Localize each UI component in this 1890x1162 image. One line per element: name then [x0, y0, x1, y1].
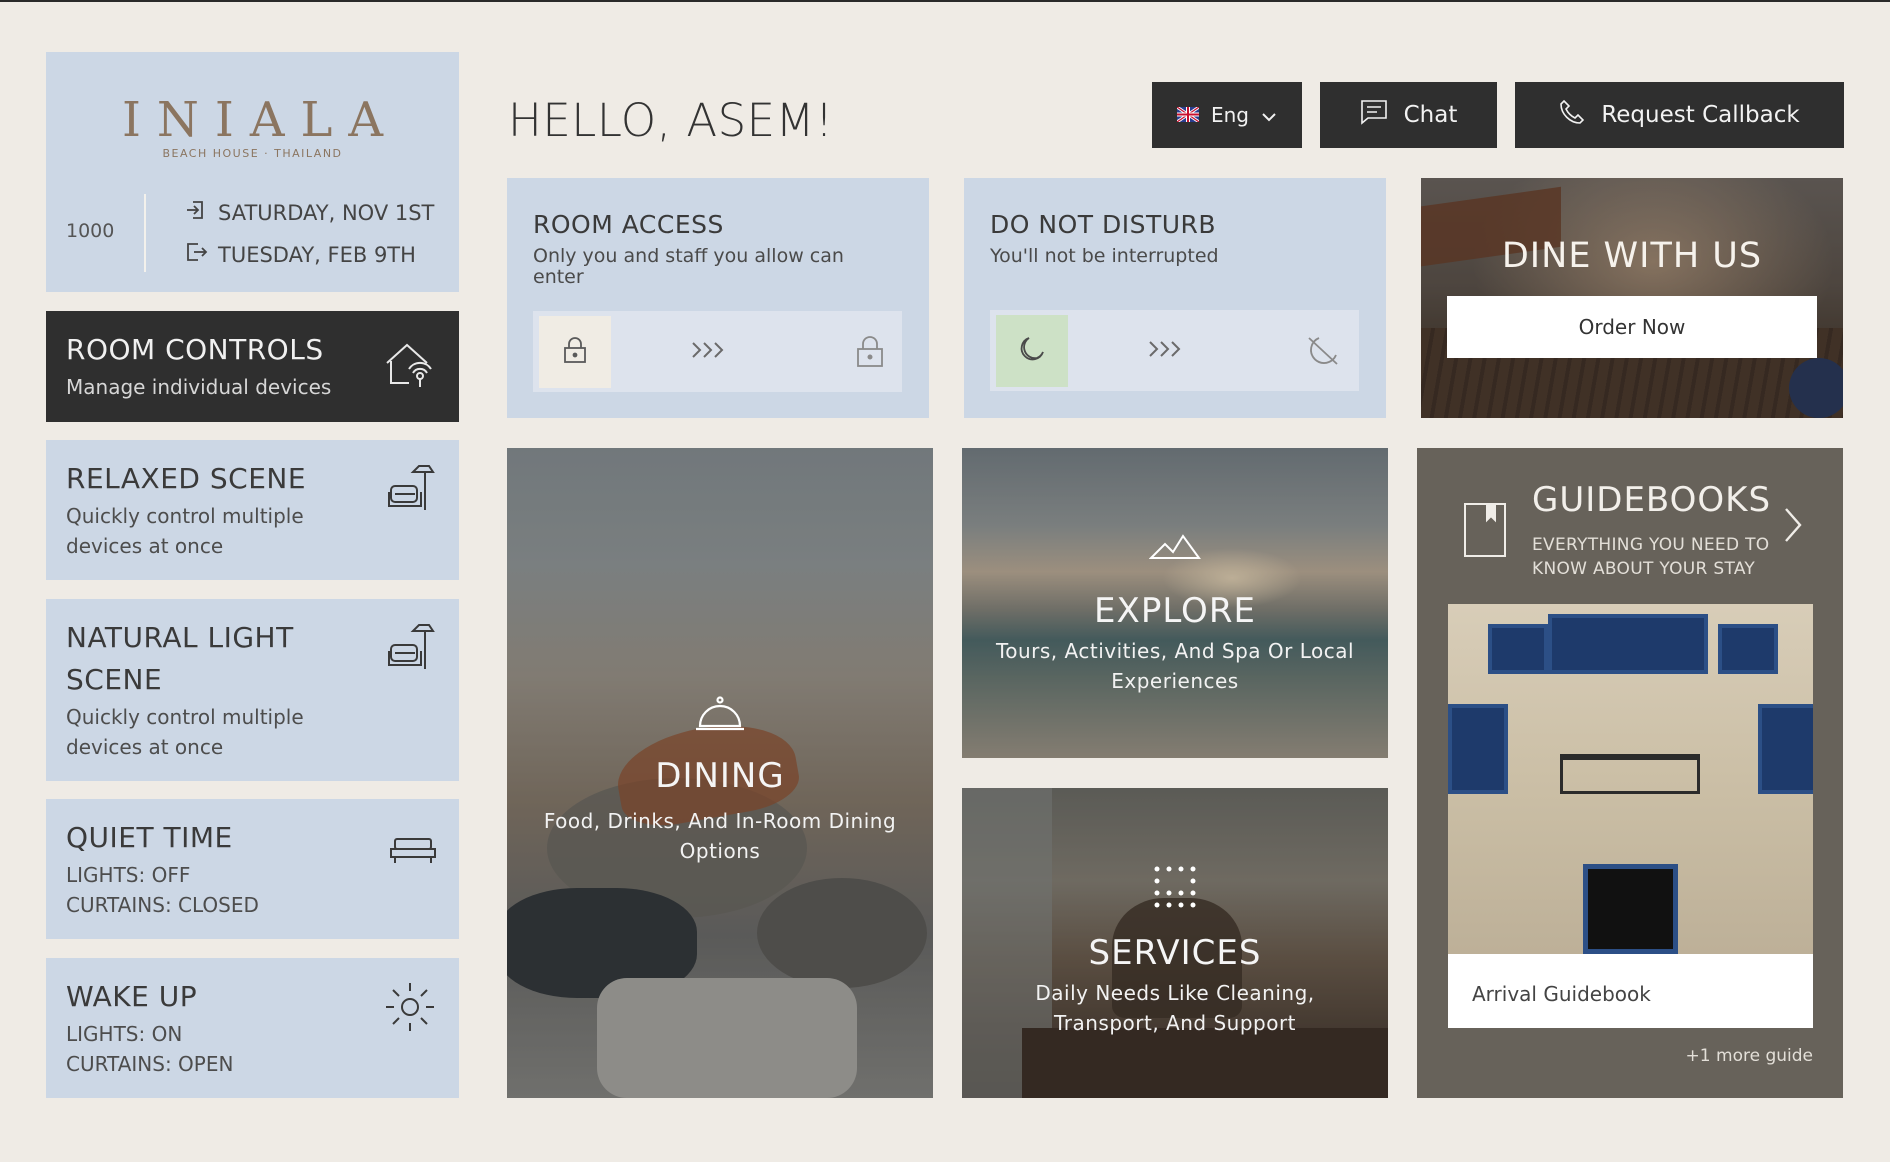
- explore-description: Tours, Activities, And Spa Or Local Expe…: [995, 639, 1355, 693]
- explore-title: EXPLORE: [1094, 591, 1256, 631]
- services-description: Daily Needs Like Cleaning, Transport, An…: [1035, 981, 1315, 1035]
- room-number: 1000: [66, 220, 115, 242]
- guidebooks-card[interactable]: GUIDEBOOKS EVERYTHING YOU NEED TO KNOW A…: [1417, 448, 1843, 1098]
- relaxed-scene-subtitle-1: Quickly control multiple: [66, 504, 304, 528]
- chat-icon: [1360, 99, 1388, 131]
- armchair-lamp-icon: [387, 621, 437, 677]
- room-controls-subtitle: Manage individual devices: [66, 375, 332, 399]
- relaxed-scene-card[interactable]: RELAXED SCENE Quickly control multiple d…: [46, 440, 459, 580]
- arrival-guidebook-card[interactable]: Arrival Guidebook: [1448, 604, 1813, 1028]
- lock-icon: [563, 336, 587, 368]
- photo-door: [1583, 864, 1678, 954]
- lock-open-icon: [856, 333, 884, 373]
- dine-title: DINE WITH US: [1501, 236, 1763, 276]
- room-access-title: ROOM ACCESS: [533, 210, 724, 239]
- natural-light-scene-card[interactable]: NATURAL LIGHT SCENE Quickly control mult…: [46, 599, 459, 781]
- quiet-time-lights: LIGHTS: OFF: [66, 863, 191, 887]
- dnd-title: DO NOT DISTURB: [990, 210, 1217, 239]
- photo-window: [1548, 614, 1708, 674]
- brand-logo: INIALA: [121, 92, 400, 148]
- check-in-label: SATURDAY, NOV 1ST: [218, 200, 435, 225]
- uk-flag-icon: [1176, 103, 1200, 127]
- logout-icon: [184, 240, 208, 269]
- dnd-description: You'll not be interrupted: [990, 245, 1219, 267]
- check-out-label: TUESDAY, FEB 9TH: [218, 242, 416, 267]
- more-guides-link[interactable]: +1 more guide: [1686, 1046, 1813, 1066]
- dine-with-us-card: DINE WITH US Order Now: [1421, 178, 1843, 418]
- request-callback-button[interactable]: Request Callback: [1515, 82, 1844, 148]
- room-access-slider-handle[interactable]: [539, 316, 611, 388]
- quiet-time-curtains: CURTAINS: CLOSED: [66, 893, 259, 917]
- chevrons-right-icon: [1146, 332, 1186, 370]
- quiet-time-title: QUIET TIME: [66, 821, 233, 854]
- armchair-lamp-icon: [387, 462, 437, 518]
- natural-scene-title-1: NATURAL LIGHT: [66, 621, 294, 654]
- services-card[interactable]: SERVICES Daily Needs Like Cleaning, Tran…: [962, 788, 1388, 1098]
- guidebooks-title: GUIDEBOOKS: [1532, 480, 1772, 520]
- dnd-slider[interactable]: [990, 310, 1359, 391]
- relaxed-scene-title: RELAXED SCENE: [66, 462, 307, 495]
- bookmark-icon: [1463, 502, 1507, 562]
- check-out-date: TUESDAY, FEB 9TH: [184, 240, 416, 269]
- sun-icon: [383, 980, 437, 1038]
- natural-scene-subtitle-1: Quickly control multiple: [66, 705, 304, 729]
- photo-balcony: [1560, 754, 1700, 794]
- language-selector[interactable]: Eng: [1152, 82, 1302, 148]
- guidebook-cover-image: [1448, 604, 1813, 954]
- brand-card: INIALA BEACH HOUSE · THAILAND 1000 SATUR…: [46, 52, 459, 292]
- moon-off-icon: [1305, 332, 1341, 372]
- dining-description: Food, Drinks, And In-Room Dining Options: [543, 809, 897, 863]
- photo-window: [1758, 704, 1813, 794]
- guidebooks-description: EVERYTHING YOU NEED TO KNOW ABOUT YOUR S…: [1532, 535, 1770, 579]
- check-in-date: SATURDAY, NOV 1ST: [184, 198, 434, 227]
- login-icon: [184, 198, 208, 227]
- photo-window: [1488, 624, 1548, 674]
- quiet-time-card[interactable]: QUIET TIME LIGHTS: OFF CURTAINS: CLOSED: [46, 799, 459, 939]
- wake-up-card[interactable]: WAKE UP LIGHTS: ON CURTAINS: OPEN: [46, 958, 459, 1098]
- chat-button[interactable]: Chat: [1320, 82, 1497, 148]
- dining-title: DINING: [655, 756, 785, 796]
- natural-scene-title-2: SCENE: [66, 663, 163, 696]
- language-label: Eng: [1210, 103, 1249, 127]
- greeting-title: HELLO, ASEM!: [508, 94, 834, 147]
- chevron-right-icon[interactable]: [1783, 506, 1803, 548]
- cloche-icon: [507, 696, 933, 732]
- natural-scene-subtitle-2: devices at once: [66, 735, 224, 759]
- dining-card[interactable]: DINING Food, Drinks, And In-Room Dining …: [507, 448, 933, 1098]
- room-access-description: Only you and staff you allow can enter: [533, 245, 844, 288]
- services-title: SERVICES: [1088, 933, 1262, 973]
- room-controls-card[interactable]: ROOM CONTROLS Manage individual devices: [46, 311, 459, 422]
- photo-window: [1448, 704, 1508, 794]
- dnd-slider-handle[interactable]: [996, 315, 1068, 387]
- bed-icon: [389, 835, 437, 869]
- wake-up-curtains: CURTAINS: OPEN: [66, 1052, 234, 1076]
- chevron-down-icon: [1261, 103, 1277, 127]
- room-controls-title: ROOM CONTROLS: [66, 333, 324, 366]
- guidebook-label: Arrival Guidebook: [1472, 982, 1651, 1006]
- photo-window: [1718, 624, 1778, 674]
- relaxed-scene-subtitle-2: devices at once: [66, 534, 224, 558]
- smart-home-icon: [383, 341, 437, 393]
- explore-card[interactable]: EXPLORE Tours, Activities, And Spa Or Lo…: [962, 448, 1388, 758]
- chevrons-right-icon: [689, 333, 729, 371]
- wake-up-lights: LIGHTS: ON: [66, 1022, 183, 1046]
- mountain-icon: [962, 532, 1388, 562]
- divider: [144, 194, 146, 272]
- chat-label: Chat: [1403, 102, 1458, 128]
- order-now-button[interactable]: Order Now: [1447, 296, 1817, 358]
- wake-up-title: WAKE UP: [66, 980, 198, 1013]
- callback-label: Request Callback: [1601, 102, 1800, 128]
- concierge-dots-icon: [962, 864, 1388, 910]
- brand-tagline: BEACH HOUSE · THAILAND: [162, 147, 343, 160]
- do-not-disturb-card: DO NOT DISTURB You'll not be interrupted: [964, 178, 1386, 418]
- moon-icon: [1017, 334, 1047, 368]
- phone-icon: [1559, 99, 1585, 131]
- room-access-card: ROOM ACCESS Only you and staff you allow…: [507, 178, 929, 418]
- room-access-slider[interactable]: [533, 311, 902, 392]
